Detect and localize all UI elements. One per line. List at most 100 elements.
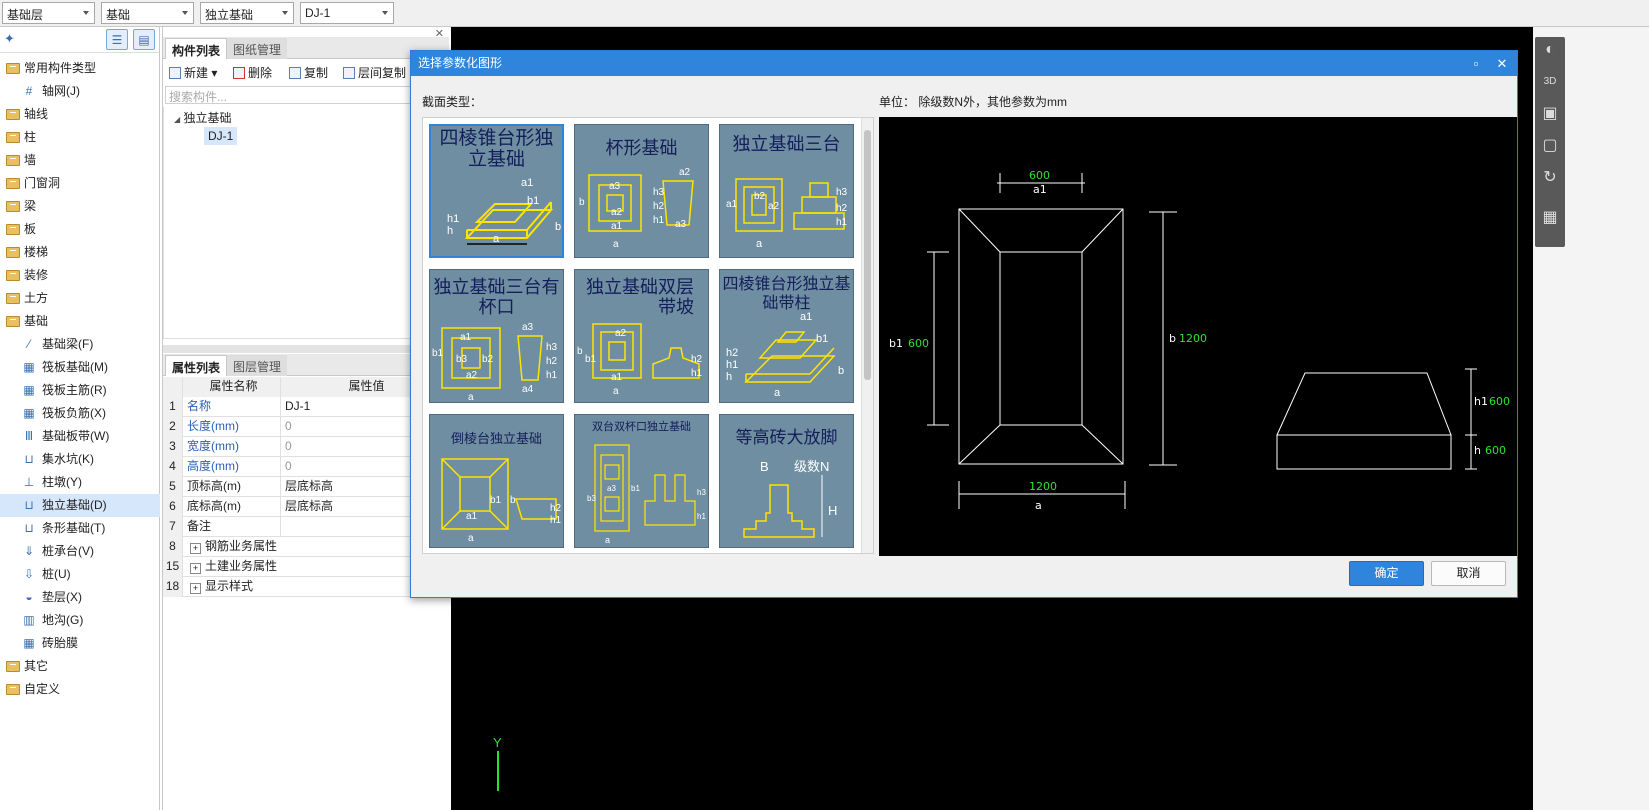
rotate-icon[interactable]: ↻ — [1538, 165, 1562, 193]
tree-item[interactable]: ⊔ 集水坑(K) — [0, 448, 160, 471]
shape-thumb-brick-footing[interactable]: 等高砖大放脚 B 级数N H — [719, 414, 854, 548]
tree-item[interactable]: 装修 — [0, 264, 160, 287]
property-name: 备注 — [183, 517, 281, 537]
tree-item[interactable]: ▥ 地沟(G) — [0, 609, 160, 632]
type-select[interactable]: 独立基础 — [200, 2, 294, 24]
shape-gallery: 四棱锥台形独立基础 a a1 b1 h1 h b 杯形基础 a3 a2 a1 a… — [422, 117, 874, 554]
cancel-button[interactable]: 取消 — [1431, 561, 1506, 586]
copy-button[interactable]: 复制 — [289, 64, 328, 81]
tree-item[interactable]: 门窗洞 — [0, 172, 160, 195]
tree-item[interactable]: ▦ 筏板基础(M) — [0, 356, 160, 379]
floor-copy-button[interactable]: 层间复制 — [343, 64, 406, 81]
tree-item[interactable]: # 轴网(J) — [0, 80, 160, 103]
scrollbar-thumb[interactable] — [864, 130, 871, 380]
double-cup-diagram: a a3 b3 b1 h3 h1 — [587, 444, 706, 545]
tree-item[interactable]: ◒ 垫层(X) — [0, 586, 160, 609]
tree-item[interactable]: ⊔ 条形基础(T) — [0, 517, 160, 540]
expand-icon[interactable]: + — [190, 583, 201, 594]
shape-thumb-inverted-frustum[interactable]: 倒棱台独立基础 b1 a1 b a h2 h1 — [429, 414, 564, 548]
element-select[interactable]: DJ-1 — [300, 2, 394, 24]
property-name: 底标高(m) — [183, 497, 281, 517]
tree-item[interactable]: Ⅲ 基础板带(W) — [0, 425, 160, 448]
category-select[interactable]: 基础 — [101, 2, 194, 24]
new-icon — [169, 67, 181, 79]
list-view-button[interactable]: ☰ — [106, 29, 128, 50]
tree-item[interactable]: 土方 — [0, 287, 160, 310]
detail-view-button[interactable]: ▤ — [133, 29, 155, 50]
tree-group-independent-foundation[interactable]: ◢ 独立基础 — [174, 109, 232, 126]
tree-item[interactable]: ▦ 筏板主筋(R) — [0, 379, 160, 402]
expand-icon[interactable]: + — [190, 563, 201, 574]
ok-button[interactable]: 确定 — [1349, 561, 1424, 586]
grid-icon[interactable]: ▦ — [1538, 205, 1562, 233]
shape-thumb-double-cup[interactable]: 双台双杯口独立基础 a a3 b3 b1 h3 h1 — [574, 414, 709, 548]
tree-item-label: 楼梯 — [24, 245, 49, 259]
tree-item[interactable]: ⇓ 桩承台(V) — [0, 540, 160, 563]
tree-item[interactable]: 梁 — [0, 195, 160, 218]
tree-item[interactable]: ⇩ 桩(U) — [0, 563, 160, 586]
render-icon[interactable]: ◐ — [1538, 37, 1562, 65]
search-input[interactable]: 搜索构件... — [165, 86, 447, 104]
h-label: h — [1474, 444, 1481, 457]
cube-icon[interactable]: ▣ — [1538, 101, 1562, 129]
tree-item-label: 板 — [24, 222, 37, 236]
property-row[interactable]: 8 + 钢筋业务属性 — [163, 537, 449, 557]
tree-item-label: 柱墩(Y) — [42, 475, 82, 489]
tree-item[interactable]: 墙 — [0, 149, 160, 172]
component-type-tree: 常用构件类型 # 轴网(J) 轴线柱墙门窗洞梁板楼梯装修 土方 基础 ⁄ 基础梁(F) ▦ 筏板基… — [0, 57, 160, 701]
expand-icon[interactable]: + — [190, 543, 201, 554]
shape-thumb-frustum-with-column[interactable]: 四棱锥台形独立基础带柱 a1 b1 h2 h1 h a b — [719, 269, 854, 403]
splitter[interactable] — [163, 345, 449, 353]
3d-view-icon[interactable]: 3D — [1538, 69, 1562, 97]
tab-component-list[interactable]: 构件列表 — [165, 38, 228, 59]
dialog-title: 选择参数化图形 — [411, 51, 1517, 76]
shape-thumb-cup-foundation[interactable]: 杯形基础 a3 a2 a1 a b h3 h2 h1 a2 a3 — [574, 124, 709, 258]
shape-thumb-double-slope[interactable]: 独立基础双层带坡 a2 b b1 a1 a h2 h1 — [574, 269, 709, 403]
property-row[interactable]: 1 名称 DJ-1 — [163, 397, 449, 417]
tree-item-label: 砖胎膜 — [42, 636, 79, 650]
property-name-text: 土建业务属性 — [205, 559, 278, 573]
box-icon[interactable]: ▢ — [1538, 133, 1562, 161]
tree-item[interactable]: 楼梯 — [0, 241, 160, 264]
tree-item[interactable]: ⁄ 基础梁(F) — [0, 333, 160, 356]
delete-button[interactable]: 删除 — [233, 64, 272, 81]
tab-property-list[interactable]: 属性列表 — [165, 355, 228, 376]
tab-drawing-management[interactable]: 图纸管理 — [227, 38, 288, 59]
gallery-scrollbar[interactable] — [861, 118, 873, 553]
tree-item[interactable]: ⊥ 柱墩(Y) — [0, 471, 160, 494]
tree-item[interactable]: ▦ 筏板负筋(X) — [0, 402, 160, 425]
shape-thumb-pyramid-frustum[interactable]: 四棱锥台形独立基础 a a1 b1 h1 h b — [429, 124, 564, 258]
tree-item[interactable]: 轴线 — [0, 103, 160, 126]
property-row[interactable]: 6 底标高(m) 层底标高 — [163, 497, 449, 517]
tab-layer-management[interactable]: 图层管理 — [227, 355, 288, 376]
property-row[interactable]: 15 + 土建业务属性 — [163, 557, 449, 577]
thumb-label: a3 — [675, 219, 687, 230]
property-row[interactable]: 4 高度(mm) 0 — [163, 457, 449, 477]
tree-item[interactable]: ▦ 砖胎膜 — [0, 632, 160, 655]
maximize-icon[interactable]: ▫ — [1463, 51, 1489, 76]
type-select-value: 独立基础 — [205, 8, 254, 22]
tree-item[interactable]: 柱 — [0, 126, 160, 149]
tree-item[interactable]: 常用构件类型 — [0, 57, 160, 80]
property-row[interactable]: 7 备注 — [163, 517, 449, 537]
tree-item-label: 桩承台(V) — [42, 544, 94, 558]
shape-thumb-three-step[interactable]: 独立基础三台 a a1 b2 a2 h3 h2 h1 — [719, 124, 854, 258]
tree-item-dj1[interactable]: DJ-1 — [204, 127, 238, 145]
tree-item[interactable]: 自定义 — [0, 678, 160, 701]
tree-item[interactable]: 基础 — [0, 310, 160, 333]
tree-item-label: 筏板基础(M) — [42, 360, 108, 374]
property-name-text: 备注 — [187, 519, 212, 533]
property-row[interactable]: 5 顶标高(m) 层底标高 — [163, 477, 449, 497]
close-icon[interactable]: ✕ — [1489, 51, 1515, 76]
property-row[interactable]: 3 宽度(mm) 0 — [163, 437, 449, 457]
floor-select[interactable]: 基础层 — [2, 2, 95, 24]
tree-item[interactable]: 板 — [0, 218, 160, 241]
tree-item[interactable]: 其它 — [0, 655, 160, 678]
property-row[interactable]: 2 长度(mm) 0 — [163, 417, 449, 437]
shape-thumb-three-step-cup[interactable]: 独立基础三台有杯口 b1 a1 a3 b3 b2 a2 a h3 h2 h1 a… — [429, 269, 564, 403]
property-row[interactable]: 18 + 显示样式 — [163, 577, 449, 597]
add-icon[interactable]: ✦ — [4, 31, 15, 47]
tree-item[interactable]: ⊔ 独立基础(D) — [0, 494, 160, 517]
new-button[interactable]: 新建 ▾ — [169, 64, 217, 81]
element-select-value: DJ-1 — [305, 6, 331, 20]
